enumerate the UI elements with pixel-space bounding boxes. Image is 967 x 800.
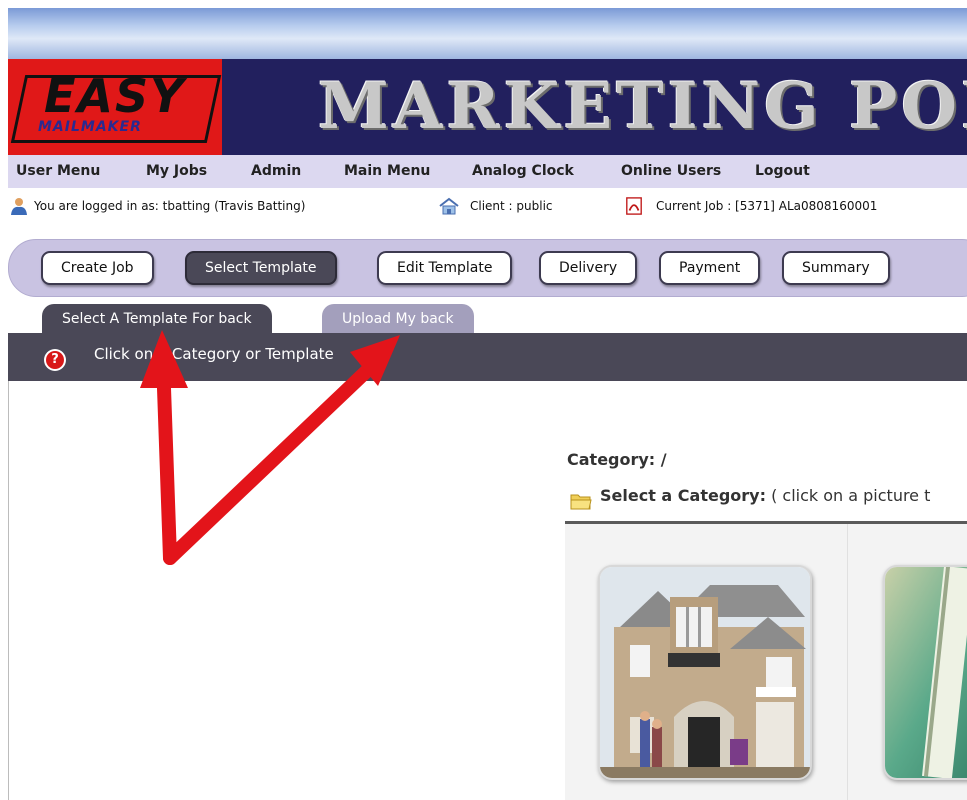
step-payment-button[interactable]: Payment [659,251,761,285]
menu-item-online-users[interactable]: Online Users [621,163,721,179]
main-menu-bar: User Menu My Jobs Admin Main Menu Analog… [8,155,967,188]
tab-select-template-for-back[interactable]: Select A Template For back [42,304,272,334]
step-summary-button[interactable]: Summary [782,251,890,285]
logo-text-mailmaker: MAILMAKER [38,119,142,135]
logged-in-text: You are logged in as: tbatting (Travis B… [34,199,306,213]
category-grid-divider [847,524,848,800]
logo[interactable]: EASY MAILMAKER [8,59,222,155]
category-thumbnail-2[interactable] [883,565,967,780]
menu-item-my-jobs[interactable]: My Jobs [146,163,207,179]
tab-upload-my-back[interactable]: Upload My back [322,304,474,334]
step-delivery-button[interactable]: Delivery [539,251,638,285]
client-text: Client : public [470,199,553,213]
workflow-step-bar: Create Job Select Template Edit Template… [8,239,967,297]
select-category-label: Select a Category: [600,486,766,505]
step-create-job-button[interactable]: Create Job [41,251,154,285]
current-job-text: Current Job : [5371] ALa0808160001 [656,199,878,213]
home-icon [439,197,459,215]
instruction-strip: ? Click on a Category or Template [8,333,967,381]
user-icon [11,198,27,215]
step-select-template-button[interactable]: Select Template [185,251,337,285]
portal-title: MARKETING POR [318,69,967,144]
pdf-icon [626,197,642,215]
category-photo-2 [885,567,967,778]
select-category-hint: ( click on a picture t [765,486,931,505]
category-thumbnail-house[interactable] [598,565,812,780]
instruction-text: Click on a Category or Template [94,345,334,363]
step-edit-template-button[interactable]: Edit Template [377,251,513,285]
menu-item-analog-clock[interactable]: Analog Clock [472,163,574,179]
logo-text-easy: EASY [44,69,186,123]
category-path-label: Category: / [567,450,667,469]
menu-item-main-menu[interactable]: Main Menu [344,163,430,179]
template-tabs: Select A Template For back Upload My bac… [8,304,967,334]
select-category-prompt: Select a Category: ( click on a picture … [600,486,930,505]
session-info-bar: You are logged in as: tbatting (Travis B… [8,190,967,224]
folder-icon [570,494,592,510]
header-sky [8,8,967,59]
menu-item-admin[interactable]: Admin [251,163,301,179]
header-banner: EASY MAILMAKER MARKETING POR [8,59,967,155]
house-photo [600,567,810,778]
menu-item-user-menu[interactable]: User Menu [16,163,100,179]
menu-item-logout[interactable]: Logout [755,163,810,179]
help-icon[interactable]: ? [44,349,66,371]
